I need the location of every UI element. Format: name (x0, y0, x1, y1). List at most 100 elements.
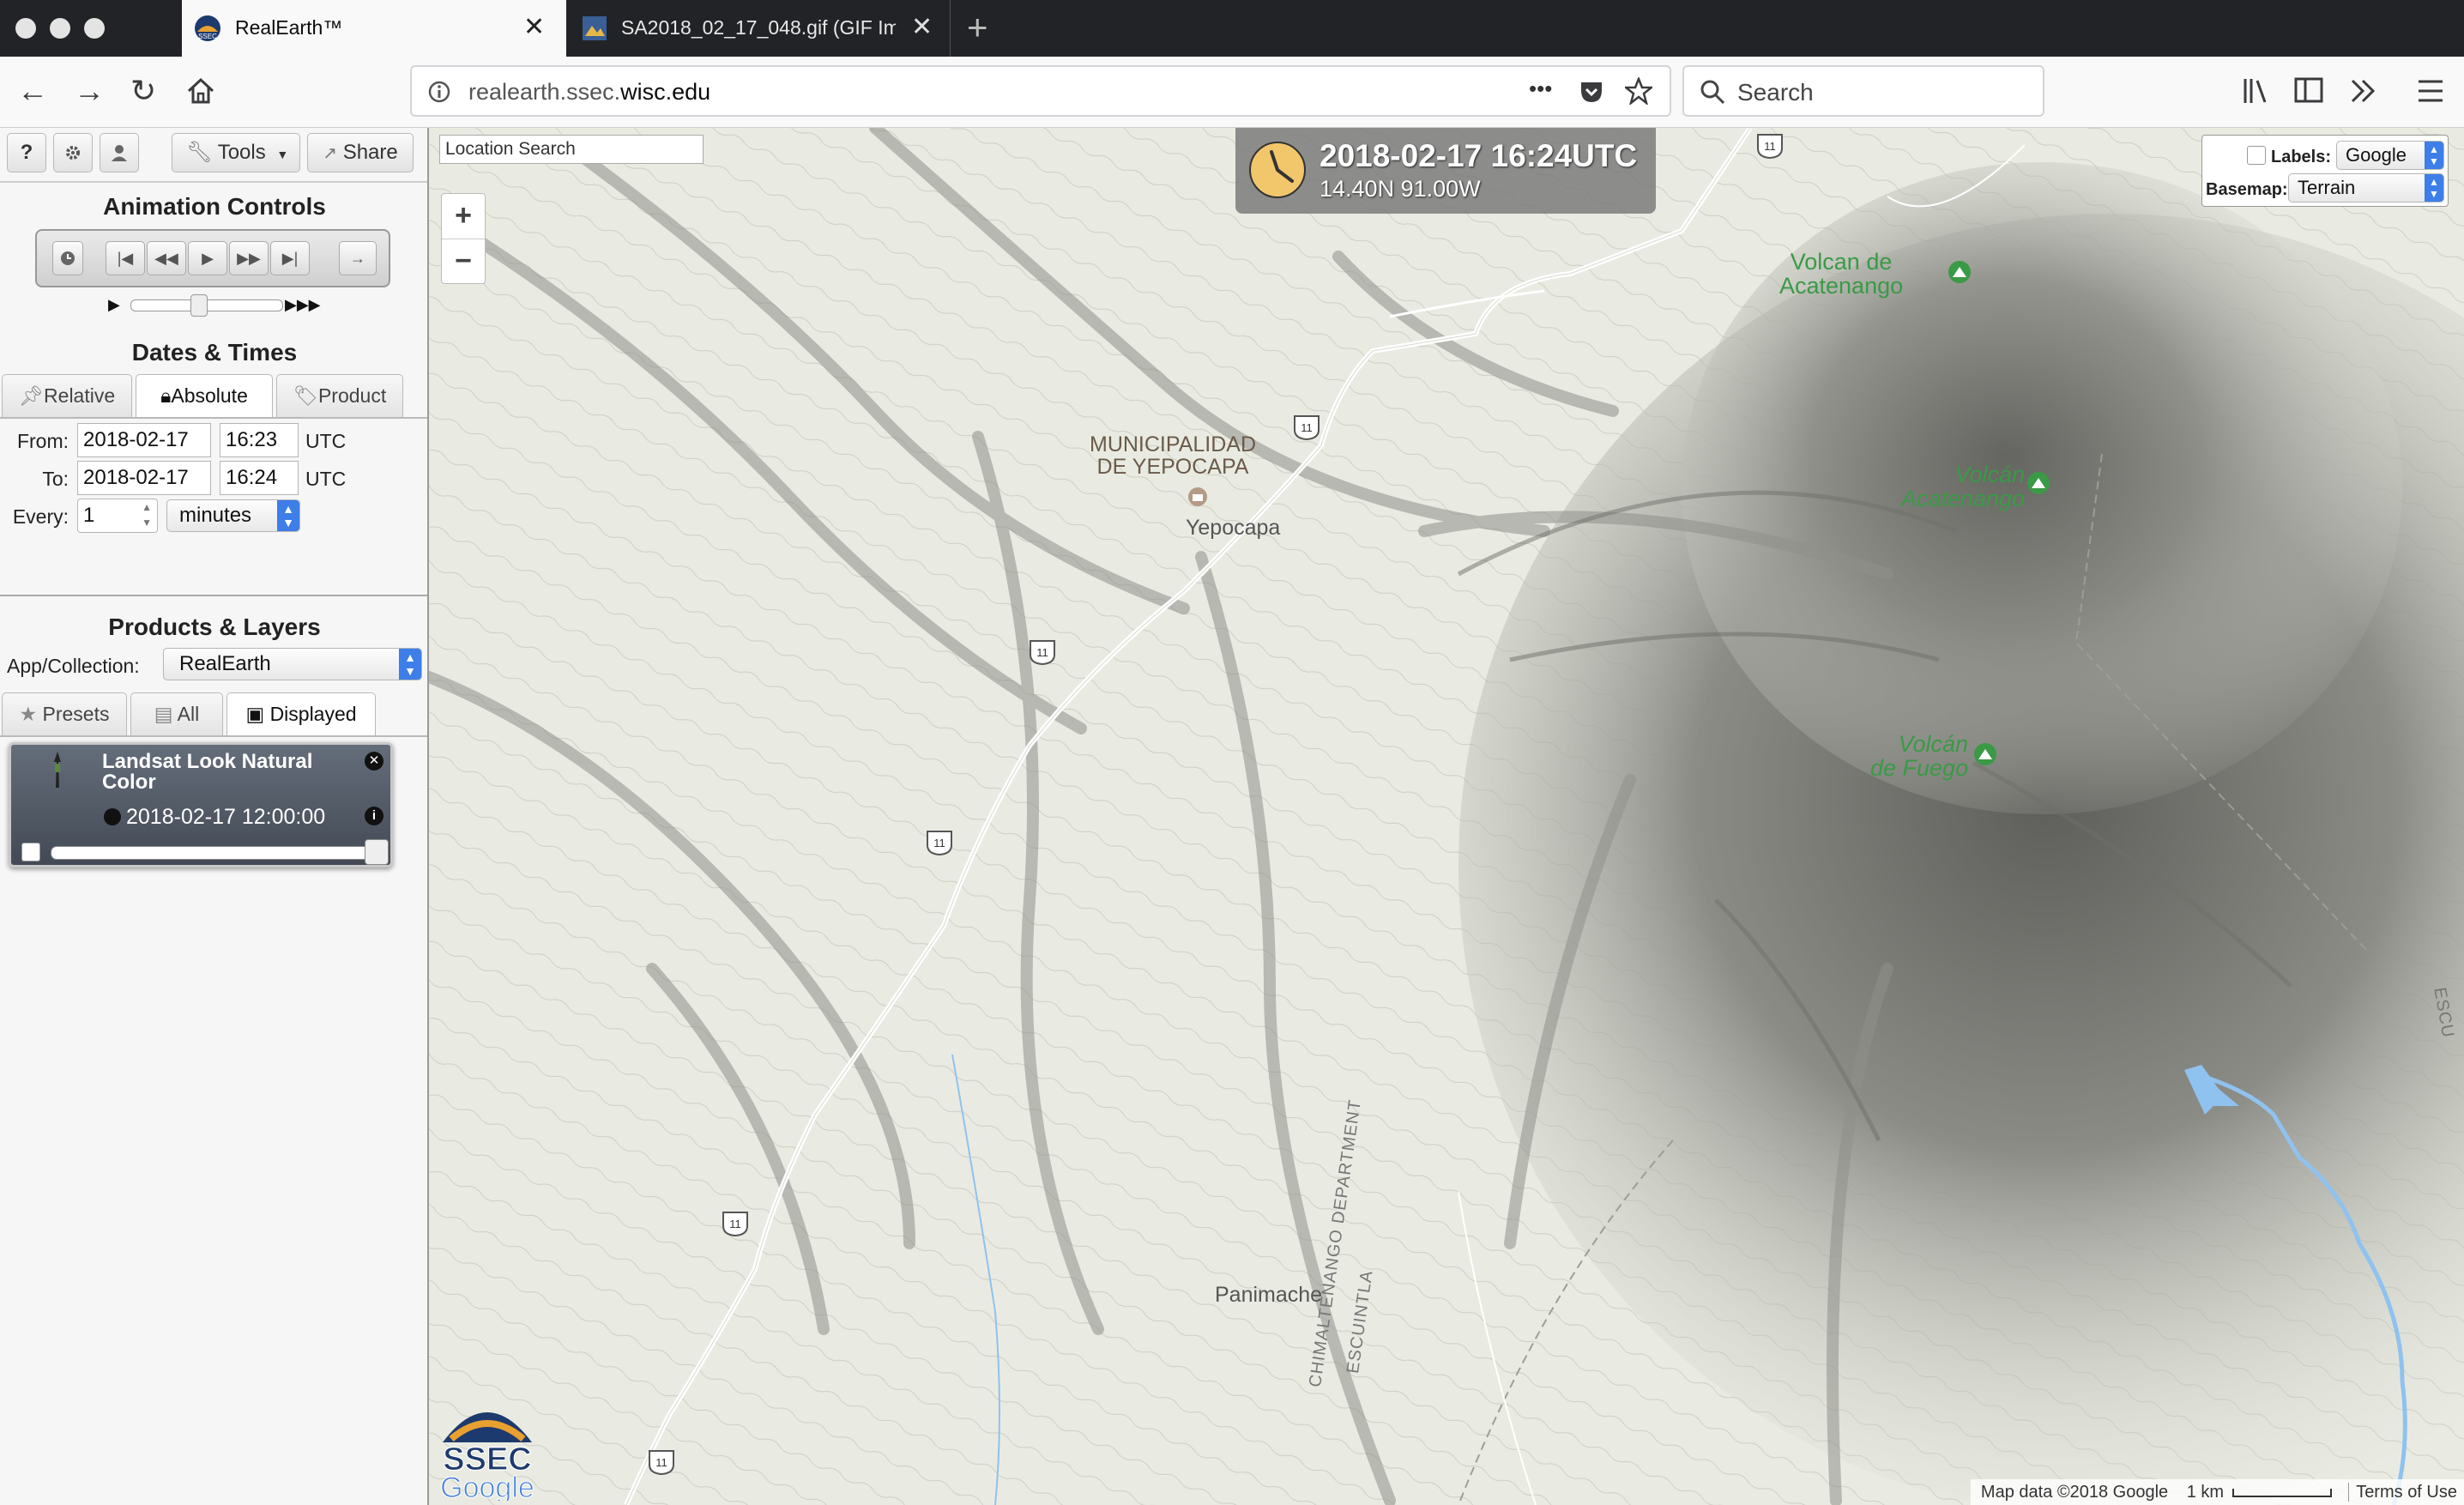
tab-gif-image[interactable]: SA2018_02_17_048.gif (GIF Ima ✕ (570, 0, 951, 57)
last-frame-button[interactable]: ▶| (270, 241, 310, 275)
image-favicon-icon (583, 16, 607, 40)
layer-card[interactable]: Landsat Look Natural Color ✕ 2018-02-17 … (9, 742, 393, 867)
help-button[interactable]: ? (7, 133, 46, 172)
zoom-out-button[interactable]: − (442, 239, 485, 284)
divider (0, 595, 427, 596)
from-time-field[interactable]: 16:23 (220, 423, 299, 457)
tab-realearth[interactable]: SSEC RealEarth™ ✕ (182, 0, 566, 57)
divider (0, 417, 427, 419)
route-shield-icon: 11 (1030, 640, 1055, 665)
labels-checkbox[interactable] (2247, 146, 2266, 165)
zoom-in-button[interactable]: + (442, 194, 485, 239)
overflow-chevron-icon[interactable] (2349, 77, 2380, 105)
step-back-button[interactable]: ◀◀ (147, 241, 186, 275)
speed-slider-handle[interactable] (190, 294, 208, 317)
wrench-icon: 🔧︎ (186, 141, 213, 164)
pocket-icon[interactable] (1579, 79, 1604, 105)
satellite-icon (54, 752, 61, 788)
window-zoom-button[interactable] (84, 18, 105, 39)
window-minimize-button[interactable] (50, 18, 70, 39)
layer-visibility-checkbox[interactable] (21, 843, 40, 861)
tab-displayed[interactable]: ▣ Displayed (226, 692, 376, 737)
layer-opacity-slider[interactable] (51, 846, 387, 860)
municipality-label: MUNICIPALIDAD DE YEPOCAPA (1090, 432, 1257, 479)
stepper-arrows-icon[interactable]: ▲ ▼ (142, 499, 152, 530)
volcano-icon (1948, 261, 1971, 283)
pin-icon: 📌︎ (18, 384, 45, 407)
labels-select[interactable]: Google ▲ ▼ (2336, 141, 2444, 170)
tab-all[interactable]: ▤ All (130, 692, 223, 735)
volcan-de-fuego-label: Volcán de Fuego (1870, 731, 1969, 781)
tag-icon: 🏷︎ (293, 384, 318, 407)
app-collection-label: App/Collection: (7, 655, 140, 677)
route-shield-icon: 11 (1294, 415, 1320, 440)
close-tab-icon[interactable]: ✕ (523, 12, 545, 43)
first-frame-button[interactable]: |◀ (106, 241, 145, 275)
map-attribution-bar: Map data ©2018 Google 1 km Terms of Use (1970, 1479, 2464, 1505)
left-control-panel: ? 🔧︎ Tools ▼ ↗ Share Animation Controls … (0, 128, 429, 1505)
route-shield-icon: 11 (722, 1212, 748, 1236)
clock-button[interactable] (52, 241, 83, 275)
location-search-input[interactable]: Location Search (439, 135, 704, 164)
tools-label: Tools (217, 141, 266, 164)
every-value-stepper[interactable]: 1 ▲ ▼ (77, 499, 158, 533)
svg-text:11: 11 (1301, 421, 1313, 434)
settings-button[interactable] (53, 133, 93, 172)
forward-arrow-icon[interactable]: → (74, 74, 105, 108)
dates-times-heading: Dates & Times (131, 339, 298, 366)
image-icon: ▣ (245, 703, 265, 725)
play-button[interactable]: ▶ (188, 241, 227, 275)
back-arrow-icon[interactable]: ← (17, 74, 48, 108)
svg-text:11: 11 (1036, 646, 1048, 659)
panimache-label: Panimache (1215, 1283, 1323, 1307)
page-actions-icon[interactable]: ••• (1529, 76, 1552, 102)
account-button[interactable] (100, 133, 139, 172)
layer-timestamp: 2018-02-17 12:00:00 (126, 805, 326, 829)
layer-opacity-handle[interactable] (365, 839, 389, 865)
star-icon: ★ (19, 703, 38, 725)
stack-icon: ▤ (154, 703, 173, 725)
tools-dropdown-button[interactable]: 🔧︎ Tools ▼ (172, 133, 300, 172)
share-button[interactable]: ↗ Share (307, 133, 414, 172)
loop-direction-button[interactable]: → (339, 241, 377, 275)
layer-info-icon[interactable]: i (365, 807, 383, 825)
browser-search-field[interactable]: Search (1682, 65, 2044, 117)
app-collection-select[interactable]: RealEarth ▲ ▼ (163, 648, 422, 680)
close-tab-icon[interactable]: ✕ (911, 12, 933, 43)
tab-absolute[interactable]: 🔒︎Absolute (136, 374, 273, 419)
new-tab-icon[interactable]: + (967, 7, 988, 48)
svg-text:Google: Google (440, 1472, 534, 1501)
url-bar[interactable]: realearth.ssec.wisc.edu ••• (410, 65, 1671, 117)
divider (0, 181, 427, 183)
share-icon: ↗ (323, 144, 338, 163)
map-view[interactable]: 11 11 11 11 11 11 MUNICIPALIDAD DE YEPOC… (429, 128, 2464, 1505)
tab-presets[interactable]: ★ Presets (2, 692, 127, 735)
utc-label: UTC (305, 430, 347, 452)
bookmark-star-icon[interactable] (1625, 77, 1652, 105)
share-label: Share (342, 141, 398, 164)
home-icon[interactable] (185, 76, 216, 106)
clock-icon (1249, 142, 1306, 198)
from-date-field[interactable]: 2018-02-17 (77, 423, 211, 457)
terms-of-use-link[interactable]: Terms of Use (2348, 1483, 2464, 1502)
svg-text:11: 11 (655, 1456, 667, 1469)
svg-text:11: 11 (933, 837, 945, 849)
route-shield-icon: 11 (927, 831, 952, 855)
window-close-button[interactable] (15, 18, 36, 39)
svg-text:11: 11 (729, 1218, 741, 1230)
zoom-control: + − (441, 193, 486, 284)
sidebar-icon[interactable] (2294, 77, 2325, 105)
to-date-field[interactable]: 2018-02-17 (77, 461, 211, 495)
tab-title: RealEarth™ (235, 16, 343, 39)
tab-product[interactable]: 🏷︎Product (276, 374, 403, 417)
to-time-field[interactable]: 16:24 (220, 461, 299, 495)
info-icon[interactable] (427, 80, 451, 104)
tab-relative[interactable]: 📌︎Relative (2, 374, 132, 417)
reload-icon[interactable]: ↻ (130, 74, 156, 108)
basemap-select[interactable]: Terrain ▲ ▼ (2288, 173, 2444, 202)
remove-layer-icon[interactable]: ✕ (365, 752, 383, 771)
every-unit-select[interactable]: minutes ▲ ▼ (166, 499, 300, 532)
step-forward-button[interactable]: ▶▶ (229, 241, 269, 275)
hamburger-menu-icon[interactable] (2416, 77, 2445, 105)
library-icon[interactable] (2241, 76, 2272, 106)
